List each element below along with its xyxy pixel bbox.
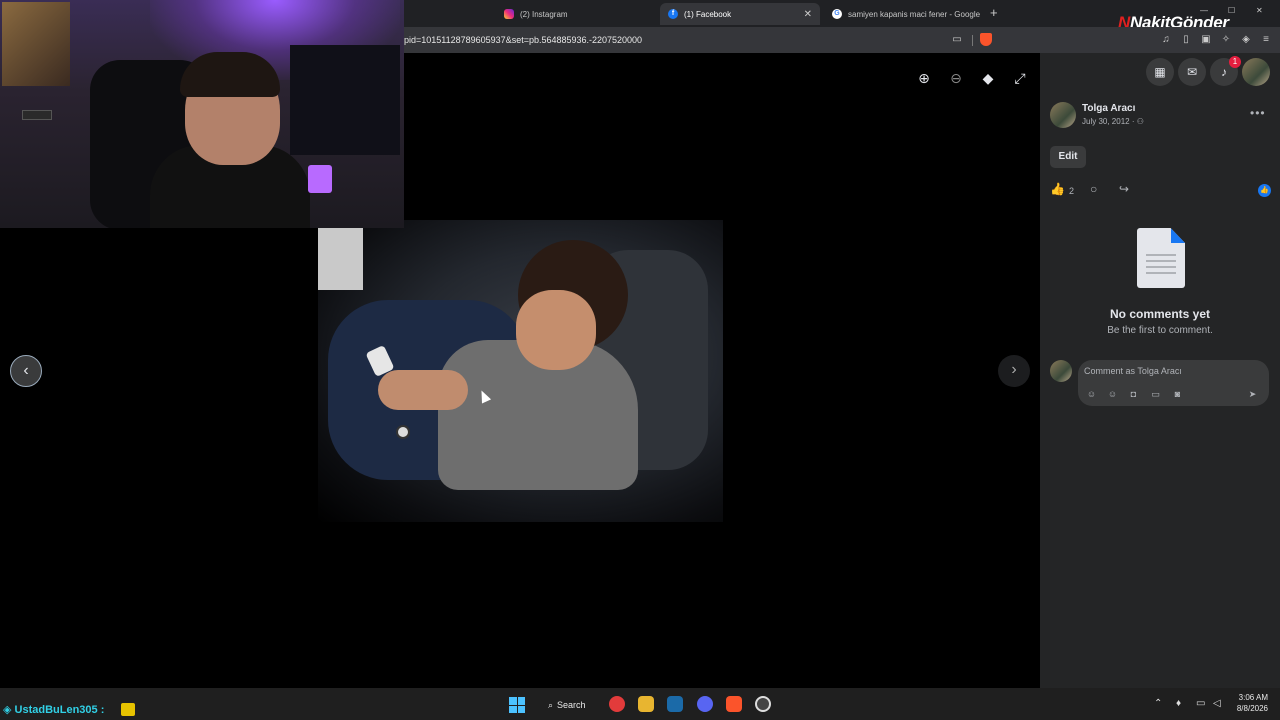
messenger-icon[interactable]: ✉ bbox=[1178, 58, 1206, 86]
tab-google[interactable]: G samiyen kapanis maci fener - Google bbox=[824, 3, 984, 25]
tag-icon[interactable]: ◆ bbox=[977, 67, 999, 89]
obs-icon[interactable] bbox=[755, 696, 771, 712]
previous-photo-button[interactable]: ‹ bbox=[10, 355, 42, 387]
maximize-icon[interactable]: ☐ bbox=[1228, 6, 1235, 15]
like-reaction-badge: 👍 bbox=[1258, 184, 1271, 197]
webcam-lamp bbox=[308, 165, 332, 193]
send-icon[interactable]: ➤ bbox=[1247, 389, 1258, 400]
photo-light-patch bbox=[318, 228, 363, 290]
music-icon[interactable]: ♫ bbox=[1160, 34, 1172, 46]
gif-icon[interactable]: ▭ bbox=[1150, 389, 1161, 400]
zoom-in-icon[interactable]: ⊕ bbox=[913, 67, 935, 89]
steam-icon[interactable] bbox=[667, 696, 683, 712]
post-photo[interactable] bbox=[318, 220, 723, 522]
like-count[interactable]: 2 bbox=[1069, 186, 1074, 196]
search-icon: ⌕ bbox=[548, 699, 554, 710]
webcam-streamer-hair bbox=[180, 52, 280, 97]
app-icon-1[interactable] bbox=[609, 696, 625, 712]
post-author[interactable]: Tolga Aracı bbox=[1082, 103, 1135, 114]
camera-icon[interactable]: ◘ bbox=[1128, 389, 1139, 400]
volume-icon[interactable]: ◁ bbox=[1213, 698, 1221, 709]
emoji-icon[interactable]: ☺ bbox=[1107, 389, 1118, 400]
facebook-icon: f bbox=[668, 9, 678, 19]
discord-icon[interactable] bbox=[697, 696, 713, 712]
clock-date: 8/8/2026 bbox=[1236, 704, 1268, 713]
webcam-window bbox=[290, 45, 400, 155]
wallet-icon[interactable]: ▣ bbox=[1200, 34, 1212, 46]
webcam-sign bbox=[22, 110, 52, 120]
apps-grid-icon[interactable]: ▦ bbox=[1146, 58, 1174, 86]
friends-icon: ⚇ bbox=[1136, 117, 1144, 126]
tab-label: (1) Facebook bbox=[684, 9, 732, 19]
tab-instagram[interactable]: (2) Instagram bbox=[496, 3, 656, 25]
photo-face bbox=[516, 290, 596, 370]
zoom-out-icon[interactable]: ⊖ bbox=[945, 67, 967, 89]
cast-icon[interactable]: ▭ bbox=[951, 34, 963, 46]
google-icon: G bbox=[832, 9, 842, 19]
divider bbox=[972, 35, 973, 46]
sidebar-icon[interactable]: ▯ bbox=[1180, 34, 1192, 46]
menu-icon[interactable]: ≡ bbox=[1260, 34, 1272, 46]
document-icon bbox=[1137, 228, 1185, 288]
tab-label: samiyen kapanis maci fener - Google bbox=[848, 9, 981, 19]
system-clock[interactable]: 3:06 AM 8/8/2026 bbox=[1230, 692, 1268, 714]
commenter-avatar[interactable] bbox=[1050, 360, 1072, 382]
tab-facebook[interactable]: f (1) Facebook ✕ bbox=[660, 3, 820, 25]
fullscreen-icon[interactable]: ⤢ bbox=[1009, 67, 1031, 89]
tab-label: (2) Instagram bbox=[520, 9, 568, 19]
avatar-sticker-icon[interactable]: ☺ bbox=[1086, 389, 1097, 400]
taskbar-search[interactable]: ⌕ Search bbox=[540, 695, 598, 715]
next-photo-button[interactable]: › bbox=[998, 355, 1030, 387]
chevron-left-icon: ‹ bbox=[23, 362, 29, 379]
edit-button[interactable]: Edit bbox=[1050, 146, 1086, 168]
sticker-icon[interactable]: ◙ bbox=[1172, 389, 1183, 400]
post-date-text[interactable]: July 30, 2012 · bbox=[1082, 117, 1134, 126]
tray-overflow-icon[interactable]: ⌃ bbox=[1154, 698, 1162, 709]
no-comments-title: No comments yet bbox=[1109, 307, 1211, 321]
chat-emote-icon bbox=[121, 703, 135, 716]
comment-icon[interactable]: ○ bbox=[1090, 182, 1097, 196]
chat-username: ◈ UstadBuLen305 : bbox=[3, 704, 105, 716]
more-options-icon[interactable]: ••• bbox=[1250, 106, 1266, 120]
webcam-overlay bbox=[0, 0, 404, 228]
brave-shields-icon[interactable] bbox=[980, 33, 992, 46]
start-button[interactable] bbox=[509, 697, 525, 713]
microphone-icon[interactable]: ♦ bbox=[1176, 698, 1181, 709]
like-icon[interactable]: 👍 bbox=[1050, 182, 1065, 196]
chevron-right-icon: › bbox=[1011, 361, 1017, 378]
vpn-icon[interactable]: ◈ bbox=[1240, 34, 1252, 46]
share-icon[interactable]: ↪ bbox=[1119, 182, 1129, 196]
new-tab-button[interactable]: + bbox=[990, 5, 998, 20]
brave-browser-icon[interactable] bbox=[726, 696, 742, 712]
comment-placeholder[interactable]: Comment as Tolga Aracı bbox=[1084, 366, 1182, 376]
close-window-icon[interactable]: ✕ bbox=[1256, 6, 1263, 15]
file-explorer-icon[interactable] bbox=[638, 696, 654, 712]
leo-icon[interactable]: ✧ bbox=[1220, 34, 1232, 46]
chat-username-text: UstadBuLen305 : bbox=[14, 704, 105, 716]
account-avatar[interactable] bbox=[1242, 58, 1270, 86]
url-text[interactable]: pid=10151128789605937&set=pb.564885936.-… bbox=[404, 35, 642, 45]
webcam-poster bbox=[2, 2, 70, 86]
close-tab-icon[interactable]: ✕ bbox=[804, 9, 812, 20]
photo-watch bbox=[396, 425, 410, 439]
network-icon[interactable]: ▭ bbox=[1196, 698, 1205, 709]
no-comments-subtitle: Be the first to comment. bbox=[1107, 325, 1213, 336]
notification-count-badge: 1 bbox=[1229, 56, 1241, 68]
author-avatar[interactable] bbox=[1050, 102, 1076, 128]
instagram-icon bbox=[504, 9, 514, 19]
post-date: July 30, 2012 · ⚇ bbox=[1082, 117, 1144, 126]
clock-time: 3:06 AM bbox=[1238, 693, 1268, 702]
photo-arm bbox=[378, 370, 468, 410]
search-label: Search bbox=[557, 700, 586, 710]
